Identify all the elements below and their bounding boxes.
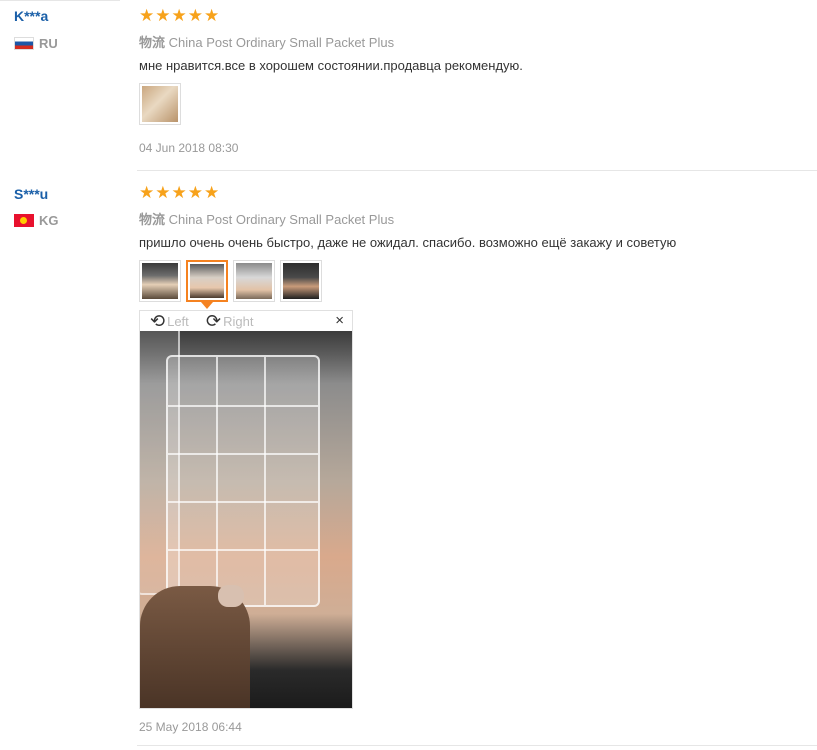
rotate-left-button[interactable]: ⟲ Left: [150, 311, 189, 331]
review-photo-thumbnail[interactable]: [233, 260, 275, 302]
review-comment: мне нравится.все в хорошем состоянии.про…: [139, 58, 523, 73]
rotate-right-button[interactable]: ⟳ Right: [206, 311, 254, 331]
review-date: 25 May 2018 06:44: [139, 720, 242, 734]
photo-image: [142, 263, 178, 299]
review-item: K***a RU ★★★★★ 物流 China Post Ordinary Sm…: [0, 0, 817, 171]
selected-thumbnail-caret-icon: [201, 302, 213, 309]
review-date: 04 Jun 2018 08:30: [139, 141, 239, 155]
divider: [137, 170, 817, 171]
rotate-left-icon: ⟲: [150, 311, 166, 331]
shipping-method: China Post Ordinary Small Packet Plus: [168, 212, 395, 227]
star-rating: ★★★★★: [139, 183, 221, 202]
shipping-info: 物流 China Post Ordinary Small Packet Plus: [139, 209, 394, 228]
shipping-label: 物流: [139, 212, 166, 227]
shipping-method: China Post Ordinary Small Packet Plus: [168, 35, 395, 50]
rotate-left-label: Left: [167, 313, 189, 329]
review-photo-thumbnail-selected[interactable]: [186, 260, 228, 302]
divider: [137, 745, 817, 746]
review-item: S***u KG ★★★★★ 物流 China Post Ordinary Sm…: [0, 178, 817, 750]
flag-kyrgyzstan-icon: [14, 214, 34, 227]
rotate-right-label: Right: [223, 313, 254, 329]
shipping-info: 物流 China Post Ordinary Small Packet Plus: [139, 32, 394, 51]
country-code: KG: [39, 213, 59, 228]
divider: [0, 0, 120, 1]
rotate-right-icon: ⟳: [206, 311, 222, 331]
review-photo-thumbnail[interactable]: [139, 83, 181, 125]
photo-image: [190, 264, 224, 298]
review-photo-thumbnail[interactable]: [139, 260, 181, 302]
photo-image: [283, 263, 319, 299]
thumb-nail: [218, 585, 244, 607]
flag-russia-icon: [14, 37, 34, 50]
shipping-label: 物流: [139, 35, 166, 50]
photo-image: [142, 86, 178, 122]
close-icon[interactable]: ×: [335, 312, 344, 329]
photo-viewer: ⟲ Left ⟳ Right ×: [139, 310, 353, 709]
reviewer-name[interactable]: K***a: [14, 8, 48, 24]
plastic-organizer-box: [166, 355, 320, 607]
reviewer-country: KG: [14, 213, 59, 228]
photo-image: [236, 263, 272, 299]
review-comment: пришло очень очень быстро, даже не ожида…: [139, 235, 677, 250]
country-code: RU: [39, 36, 58, 51]
star-rating: ★★★★★: [139, 6, 221, 25]
review-photo-thumbnail[interactable]: [280, 260, 322, 302]
reviewer-country: RU: [14, 36, 58, 51]
viewer-toolbar: ⟲ Left ⟳ Right ×: [140, 311, 352, 331]
enlarged-review-photo: [140, 331, 352, 708]
reviewer-name[interactable]: S***u: [14, 186, 48, 202]
